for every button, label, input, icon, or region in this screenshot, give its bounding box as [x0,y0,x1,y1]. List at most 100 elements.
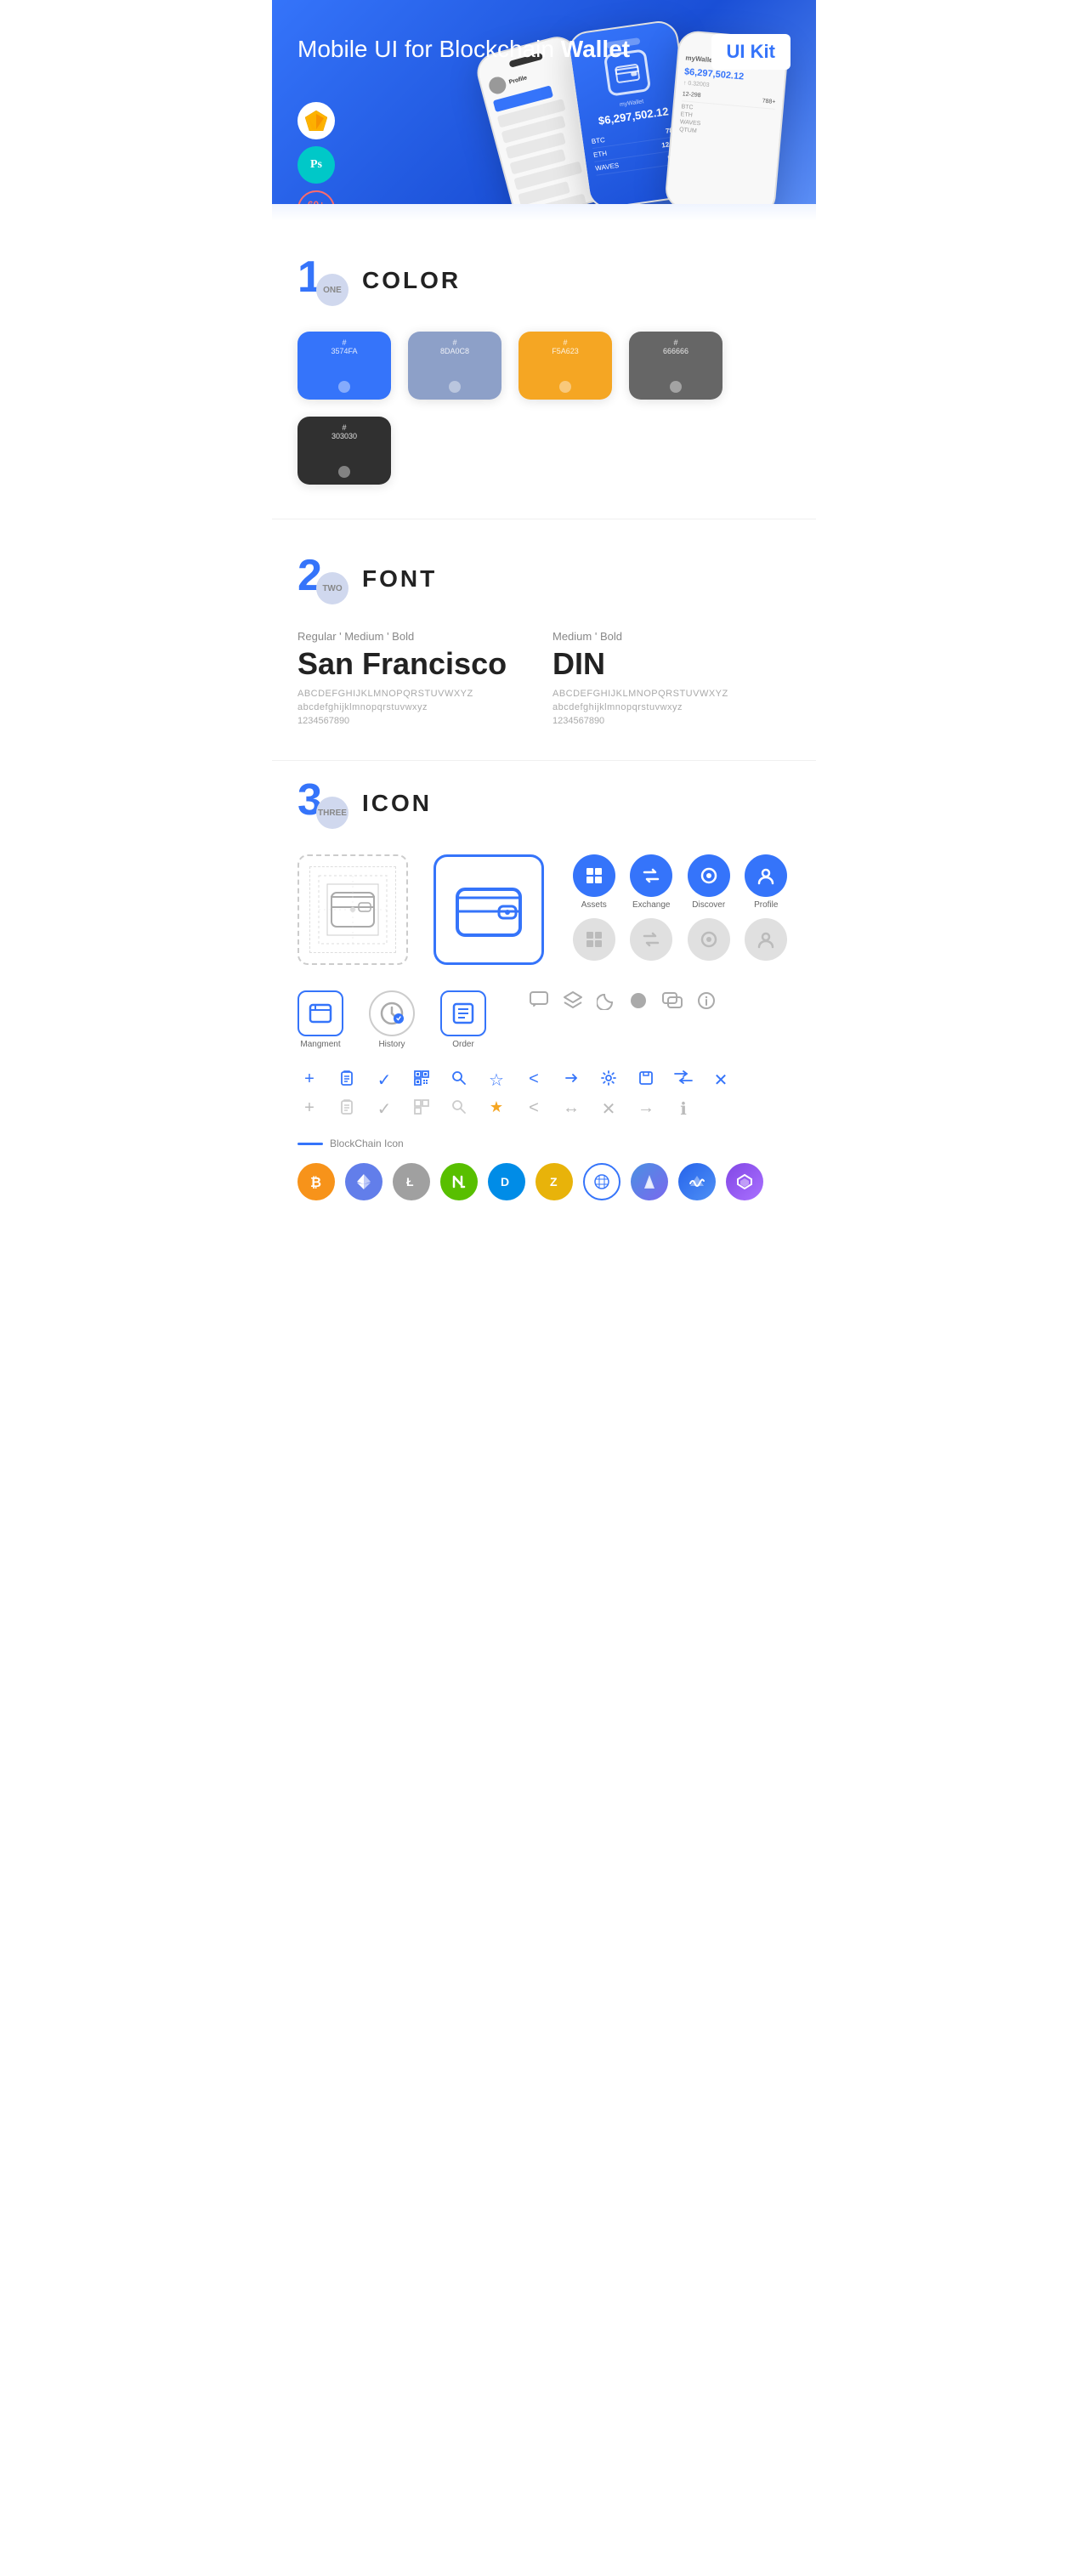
exchange-icon-circle [630,854,672,897]
icon-construction-guide [298,854,408,965]
font-section-header: 2 TWO FONT [298,553,790,604]
matic-icon [726,1163,763,1200]
chat-icon [529,990,549,1014]
nav-icon-discover-gray [684,918,734,961]
swatch-dark: # 303030 [298,417,391,485]
font-din: Medium ' Bold DIN ABCDEFGHIJKLMNOPQRSTUV… [552,630,790,726]
export-icon [634,1070,658,1092]
order-icon [440,990,486,1036]
assets-icon-gray [573,918,615,961]
color-title: COLOR [362,267,461,294]
neo-icon [440,1163,478,1200]
color-section-header: 1 ONE COLOR [298,255,790,306]
dash-icon: D [488,1163,525,1200]
blockchain-text: BlockChain Icon [330,1138,404,1149]
history-label: History [378,1040,405,1049]
qr-icon [410,1070,434,1092]
nav-icons-grid: Assets Exchange Discover [570,854,790,961]
check-gray-icon: ✓ [372,1098,396,1121]
font-san-francisco: Regular ' Medium ' Bold San Francisco AB… [298,630,536,726]
history-icon [369,990,415,1036]
qr-gray-icon [410,1098,434,1121]
info-icon [697,991,716,1014]
bitcoin-icon: ₿ [298,1163,335,1200]
svg-text:D: D [501,1175,509,1189]
section-1-number: 1 ONE [298,255,348,306]
back-icon: < [522,1070,546,1092]
close-gray-icon: ✕ [597,1098,620,1121]
app-icon-order: Order [440,990,486,1049]
icon-section-header: 3 THREE ICON [298,778,790,829]
color-section: 1 ONE COLOR # 3574FA # 8DA0C8 [272,221,816,519]
app-icon-history: History [369,990,415,1049]
moon-icon [597,991,615,1014]
ethereum-icon [345,1163,382,1200]
search-icon [447,1070,471,1092]
icon-wallet-big [434,854,544,965]
arrows-icon [672,1070,695,1092]
font-grid: Regular ' Medium ' Bold San Francisco AB… [298,630,790,726]
star-filled-icon: ★ [484,1098,508,1121]
nav-icon-profile: Profile [742,854,791,910]
svg-text:Ł: Ł [406,1175,414,1189]
info-gray-icon: ℹ [672,1098,695,1121]
small-icons-gray-row: + ✓ ★ < ↔ ✕ → [298,1098,790,1121]
swatch-gray-blue: # 8DA0C8 [408,332,502,400]
swatch-gray: # 666666 [629,332,722,400]
ark-icon [631,1163,668,1200]
circle-icon [629,991,648,1014]
sketch-badge [298,102,335,139]
clipboard-icon [335,1070,359,1092]
management-icon [298,990,343,1036]
star-icon: ☆ [484,1070,508,1092]
waves-icon [678,1163,716,1200]
order-label: Order [452,1040,474,1049]
crypto-icons-row: ₿ Ł D [298,1163,790,1200]
nav-icon-exchange: Exchange [627,854,677,910]
section-2-number: 2 TWO [298,553,348,604]
profile-icon-circle [745,854,787,897]
chat2-icon [661,991,683,1014]
section-3-number: 3 THREE [298,778,348,829]
font-section: 2 TWO FONT Regular ' Medium ' Bold San F… [272,519,816,760]
litecoin-icon: Ł [393,1163,430,1200]
swatch-orange: # F5A623 [518,332,612,400]
hero-badges: Ps 60+ Screens [298,102,335,204]
arrows-gray-icon: ↔ [559,1098,583,1121]
svg-text:Z: Z [550,1175,558,1189]
app-icon-management: Mangment [298,990,343,1049]
plus-icon: + [298,1070,321,1092]
check-icon: ✓ [372,1070,396,1092]
profile-icon-gray [745,918,787,961]
management-label: Mangment [300,1040,340,1049]
nav-icon-assets-gray [570,918,619,961]
color-swatches: # 3574FA # 8DA0C8 # F5A623 [298,332,790,485]
app-icons-row: Mangment History [298,990,790,1049]
ui-kit-badge: UI Kit [711,34,790,70]
blockchain-section-label: BlockChain Icon [298,1138,790,1149]
zcash-icon: Z [536,1163,573,1200]
blockchain-line [298,1143,323,1145]
discover-icon-circle [688,854,730,897]
back-gray-icon: < [522,1098,546,1121]
font-title: FONT [362,565,437,593]
exchange-icon-gray [630,918,672,961]
forward-gray-icon: → [634,1098,658,1121]
misc-icons-group [529,990,790,1014]
clipboard-gray-icon [335,1098,359,1121]
screens-badge: 60+ Screens [298,190,335,204]
small-icons-blue-row: + ✓ [298,1070,790,1092]
hero-section: UI Kit Mobile UI for Blockchain Wallet P… [272,0,816,204]
plus-gray-icon: + [298,1098,321,1121]
close-icon: ✕ [709,1070,733,1092]
share-icon [559,1070,583,1092]
layers-icon [563,990,583,1014]
nav-icon-discover: Discover [684,854,734,910]
discover-icon-gray [688,918,730,961]
ps-badge: Ps [298,146,335,184]
icon-section: 3 THREE ICON [272,761,816,1234]
search-gray-icon [447,1098,471,1121]
grid-coin-icon [583,1163,620,1200]
settings-icon [597,1070,620,1092]
swatch-blue: # 3574FA [298,332,391,400]
